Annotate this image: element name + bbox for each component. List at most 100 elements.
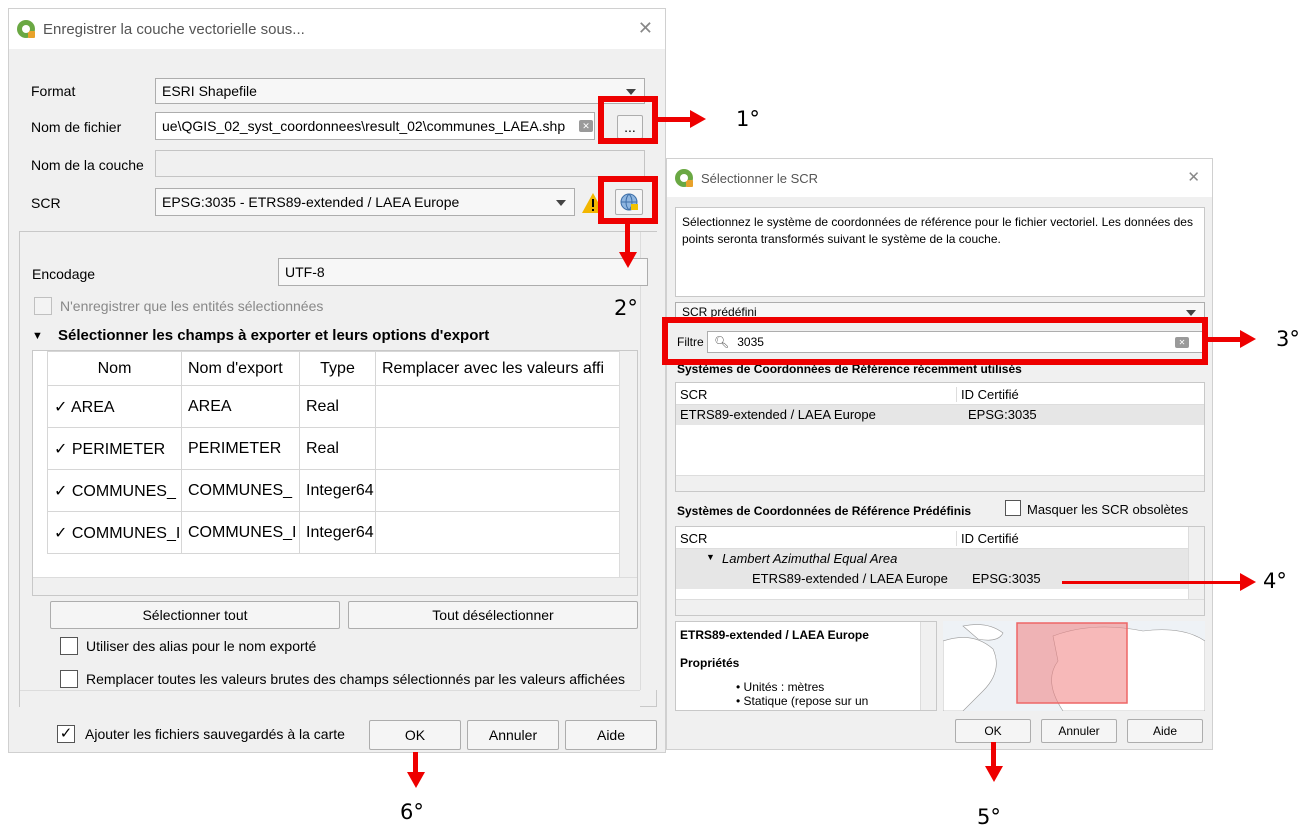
crs-help-button[interactable]: Aide: [1127, 719, 1203, 743]
select-crs-dialog: Sélectionner le SCR ✕ Sélectionnez le sy…: [666, 158, 1213, 750]
tree-expand-icon[interactable]: ▼: [706, 552, 715, 562]
checkbox-checked[interactable]: ✓: [54, 525, 67, 542]
info-title: ETRS89-extended / LAEA Europe: [680, 628, 869, 642]
select-all-button[interactable]: Sélectionner tout: [50, 601, 340, 629]
tree-hscrollbar[interactable]: [676, 599, 1204, 615]
clear-icon[interactable]: ✕: [579, 120, 593, 132]
arrow-1-shaft: [658, 117, 692, 122]
qgis-logo-icon: [17, 20, 35, 38]
table-row[interactable]: ✓ PERIMETER PERIMETER Real: [47, 427, 620, 470]
ok-button[interactable]: OK: [369, 720, 461, 750]
chevron-down-icon: [626, 89, 636, 95]
info-props: Propriétés: [680, 656, 740, 670]
qgis-logo-icon: [675, 169, 693, 187]
arrow-5-head: [985, 766, 1003, 782]
row-name-cell[interactable]: ✓ AREA: [47, 385, 182, 428]
tree-item-name: ETRS89-extended / LAEA Europe: [752, 571, 948, 586]
filename-input[interactable]: ue\QGIS_02_syst_coordonnees\result_02\co…: [155, 112, 595, 140]
help-button[interactable]: Aide: [565, 720, 657, 750]
tree-col-scr[interactable]: SCR: [680, 531, 707, 546]
checkbox-checked[interactable]: ✓: [54, 441, 67, 458]
col-nom[interactable]: Nom: [47, 351, 182, 386]
annotation-3: 3°: [1276, 327, 1300, 351]
add-to-map-checkbox[interactable]: ✓: [57, 725, 75, 743]
info-static: • Statique (repose sur un: [736, 694, 869, 708]
arrow-4-head: [1240, 573, 1256, 591]
crs-info-box: ETRS89-extended / LAEA Europe Propriétés…: [675, 621, 937, 711]
table-vscrollbar[interactable]: [619, 351, 637, 577]
recent-col-id[interactable]: ID Certifié: [956, 387, 1019, 402]
table-row[interactable]: ✓ AREA AREA Real: [47, 385, 620, 428]
info-units: • Unités : mètres: [736, 680, 825, 694]
replace-cell[interactable]: [375, 427, 620, 470]
table-hscrollbar[interactable]: [33, 577, 637, 595]
info-vscrollbar[interactable]: [920, 622, 936, 710]
replace-cell[interactable]: [375, 511, 620, 554]
tree-header-row: SCR ID Certifié: [676, 527, 1188, 549]
replace-cell[interactable]: [375, 469, 620, 512]
crs-extent-rect: [1016, 622, 1128, 704]
export-cell[interactable]: COMMUNES_I: [181, 511, 300, 554]
annotation-1: 1°: [736, 107, 760, 131]
replace-cell[interactable]: [375, 385, 620, 428]
deselect-all-button[interactable]: Tout désélectionner: [348, 601, 638, 629]
arrow-2-head: [619, 252, 637, 268]
encoding-label: Encodage: [32, 266, 96, 282]
layername-label: Nom de la couche: [31, 157, 144, 173]
annotation-5: 5°: [977, 805, 1001, 829]
export-cell[interactable]: COMMUNES_: [181, 469, 300, 512]
close-icon[interactable]: ✕: [638, 18, 653, 39]
arrow-2-shaft: [625, 224, 630, 254]
tree-vscrollbar[interactable]: [1188, 527, 1204, 599]
tree-item-row[interactable]: ETRS89-extended / LAEA Europe EPSG:3035: [676, 569, 1188, 589]
col-replace[interactable]: Remplacer avec les valeurs affi: [375, 351, 620, 386]
col-type[interactable]: Type: [299, 351, 376, 386]
collapse-icon[interactable]: ▼: [32, 330, 43, 342]
export-cell[interactable]: AREA: [181, 385, 300, 428]
highlight-filter: [662, 317, 1208, 365]
crs-label: SCR: [31, 195, 61, 211]
replace-values-checkbox[interactable]: [60, 670, 78, 688]
save-dialog-title: Enregistrer la couche vectorielle sous..…: [43, 20, 305, 38]
panel-hscrollbar[interactable]: [20, 690, 640, 707]
crs-value: EPSG:3035 - ETRS89-extended / LAEA Europ…: [162, 194, 460, 210]
recent-row[interactable]: ETRS89-extended / LAEA Europe EPSG:3035: [676, 405, 1204, 425]
format-select[interactable]: ESRI Shapefile: [155, 78, 645, 104]
crs-ok-button[interactable]: OK: [955, 719, 1031, 743]
replace-values-label: Remplacer toutes les valeurs brutes des …: [86, 671, 626, 687]
encoding-select[interactable]: UTF-8: [278, 258, 648, 286]
row-name-cell[interactable]: ✓ COMMUNES_: [47, 469, 182, 512]
filename-value: ue\QGIS_02_syst_coordonnees\result_02\co…: [162, 118, 566, 134]
row-name-cell[interactable]: ✓ PERIMETER: [47, 427, 182, 470]
type-cell: Integer64: [299, 511, 376, 554]
selected-only-checkbox[interactable]: [34, 297, 52, 315]
table-row[interactable]: ✓ COMMUNES_I COMMUNES_I Integer64: [47, 511, 620, 554]
checkbox-checked[interactable]: ✓: [54, 399, 67, 416]
arrow-1-head: [690, 110, 706, 128]
tree-item-id: EPSG:3035: [972, 571, 1041, 586]
fields-table: Nom Nom d'export Type Remplacer avec les…: [47, 351, 620, 554]
recent-col-scr[interactable]: SCR: [680, 387, 707, 402]
crs-select[interactable]: EPSG:3035 - ETRS89-extended / LAEA Europ…: [155, 188, 575, 216]
layername-input[interactable]: [155, 150, 645, 177]
use-alias-checkbox[interactable]: [60, 637, 78, 655]
close-icon[interactable]: ✕: [1187, 168, 1200, 186]
options-scrollbar[interactable]: [640, 232, 657, 690]
filename-label: Nom de fichier: [31, 119, 122, 135]
checkbox-checked[interactable]: ✓: [54, 483, 67, 500]
tree-group-row[interactable]: ▼ Lambert Azimuthal Equal Area: [676, 549, 1188, 569]
crs-extent-map: [943, 621, 1205, 711]
table-row[interactable]: ✓ COMMUNES_ COMMUNES_ Integer64: [47, 469, 620, 512]
recent-hscrollbar[interactable]: [676, 475, 1204, 491]
hide-obsolete-checkbox[interactable]: [1005, 500, 1021, 516]
crs-description-box: Sélectionnez le système de coordonnées d…: [675, 207, 1205, 297]
cancel-button[interactable]: Annuler: [467, 720, 559, 750]
export-cell[interactable]: PERIMETER: [181, 427, 300, 470]
col-nom-export[interactable]: Nom d'export: [181, 351, 300, 386]
tree-group-label: Lambert Azimuthal Equal Area: [722, 551, 898, 566]
row-name-cell[interactable]: ✓ COMMUNES_I: [47, 511, 182, 554]
crs-cancel-button[interactable]: Annuler: [1041, 719, 1117, 743]
hide-obsolete-label: Masquer les SCR obsolètes: [1027, 502, 1189, 517]
tree-col-id[interactable]: ID Certifié: [956, 531, 1019, 546]
chevron-down-icon: [1186, 310, 1196, 316]
